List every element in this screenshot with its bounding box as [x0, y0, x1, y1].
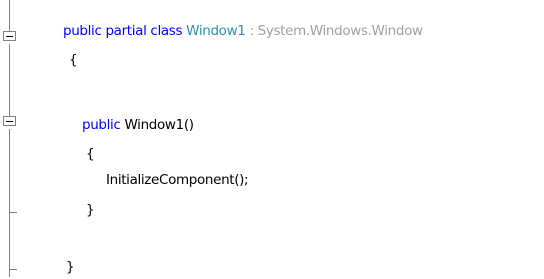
code-editor[interactable]: public partial class Window1 : System.Wi…	[0, 0, 544, 277]
keyword-token: public	[82, 117, 121, 133]
class-name-token: Window1	[186, 23, 246, 39]
collapse-constructor-icon[interactable]	[0, 111, 18, 129]
code-line-class-close-brace: }	[66, 259, 75, 275]
outlining-gutter	[0, 0, 18, 277]
keyword-token: public partial class	[63, 23, 183, 39]
constructor-name-token: Window1()	[124, 117, 194, 133]
base-type-token: System.Windows.Window	[257, 23, 423, 39]
code-line-class-open-brace: {	[69, 52, 78, 68]
code-line-constructor-open-brace: {	[86, 146, 95, 162]
code-line-constructor-declaration: public Window1()	[82, 113, 194, 137]
collapse-class-icon[interactable]	[0, 26, 18, 44]
code-line-initialize-call: InitializeComponent();	[106, 172, 249, 188]
code-line-constructor-close-brace: }	[86, 202, 95, 218]
separator-token: :	[249, 23, 254, 39]
code-line-class-declaration: public partial class Window1 : System.Wi…	[63, 19, 423, 43]
